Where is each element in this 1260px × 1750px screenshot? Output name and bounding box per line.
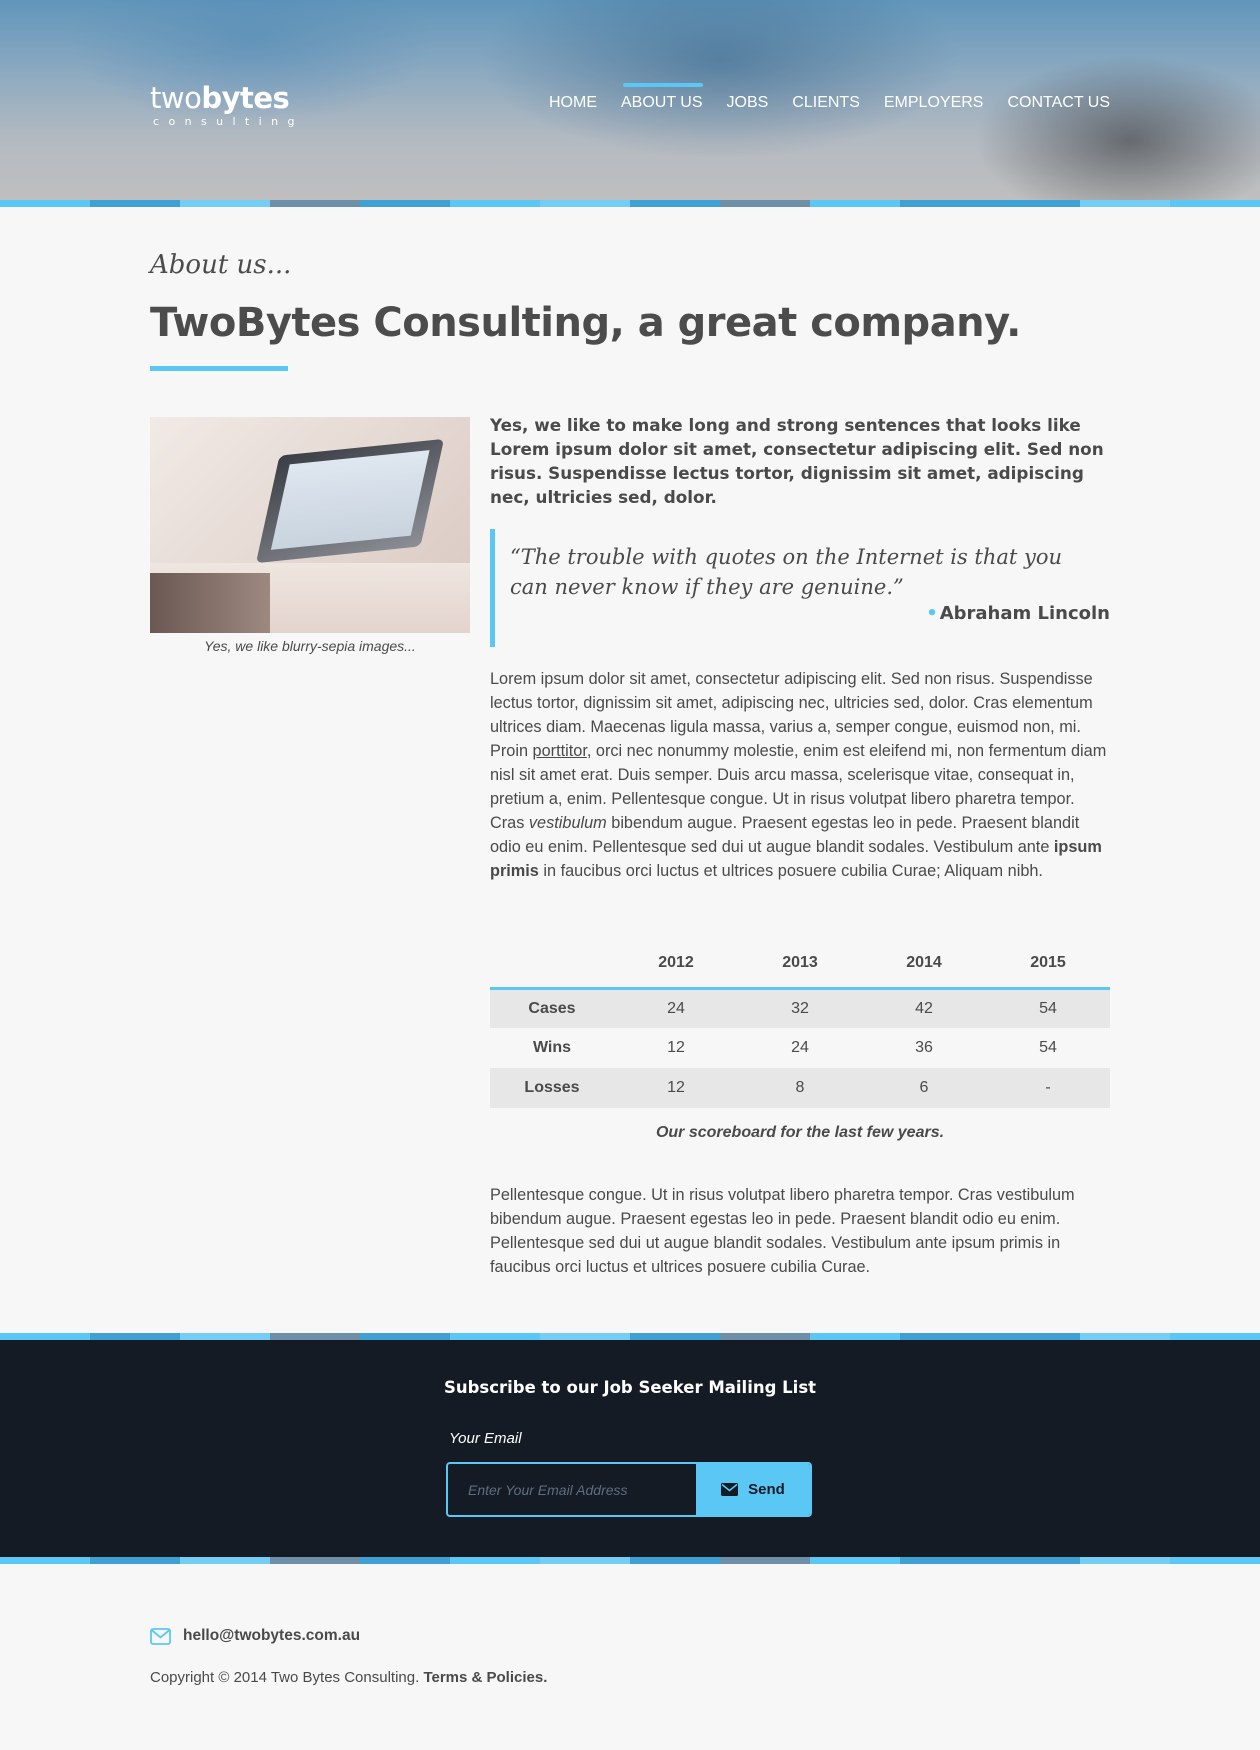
email-input[interactable] — [448, 1464, 696, 1515]
row-header: Wins — [532, 1039, 572, 1056]
logo-light: two — [150, 81, 202, 115]
image-caption: Yes, we like blurry-sepia images... — [204, 638, 416, 654]
terms-link[interactable]: Terms & Policies. — [423, 1669, 547, 1686]
table-header-row: 2012 2013 2014 2015 — [490, 940, 1110, 990]
table-cell: 12 — [667, 1039, 685, 1056]
send-label: Send — [748, 1481, 785, 1498]
about-image — [150, 417, 470, 633]
main-nav: HOME ABOUT US JOBS CLIENTS EMPLOYERS CON… — [525, 83, 1110, 112]
table-row: Cases 24 32 42 54 — [490, 988, 1110, 1028]
logo[interactable]: twobytes consulting — [150, 81, 304, 129]
table-cell: 42 — [862, 988, 986, 1028]
logo-bold: bytes — [201, 81, 290, 115]
table-cell: 36 — [915, 1039, 933, 1056]
footer-contact: hello@twobytes.com.au — [150, 1627, 360, 1645]
logo-sub: consulting — [153, 115, 304, 128]
envelope-icon — [150, 1627, 171, 1645]
title-underline — [150, 366, 288, 371]
copyright-text: Copyright © 2014 Two Bytes Consulting. — [150, 1669, 420, 1686]
email-form: Send — [446, 1462, 812, 1517]
copyright: Copyright © 2014 Two Bytes Consulting. T… — [150, 1669, 547, 1686]
quote-author: • Abraham Lincoln — [926, 603, 1110, 624]
nav-employers[interactable]: EMPLOYERS — [884, 94, 984, 112]
body-italic: vestibulum — [528, 814, 607, 832]
table-cell: 6 — [862, 1068, 986, 1108]
table-caption: Our scoreboard for the last few years. — [655, 1124, 945, 1141]
nav-clients[interactable]: CLIENTS — [792, 94, 860, 112]
lead-paragraph: Yes, we like to make long and strong sen… — [490, 415, 1104, 507]
bullet-icon: • — [926, 603, 938, 624]
table-row: Losses 12 8 6 - — [490, 1068, 1110, 1108]
table-cell: 32 — [738, 988, 862, 1028]
row-header: Losses — [490, 1068, 614, 1108]
body-paragraph-1: Lorem ipsum dolor sit amet, consectetur … — [490, 667, 1110, 883]
email-label: Your Email — [449, 1430, 522, 1447]
subscribe-section — [0, 1340, 1260, 1557]
page-kicker: About us... — [150, 250, 292, 280]
page-title: TwoBytes Consulting, a great company. — [150, 300, 1021, 346]
table-cell: 24 — [791, 1039, 809, 1056]
table-cell: 24 — [614, 988, 738, 1028]
table-header: 2013 — [738, 940, 862, 990]
table-header: 2015 — [986, 940, 1110, 990]
stripe-divider — [0, 1333, 1260, 1340]
row-header: Cases — [490, 988, 614, 1028]
table-cell: 8 — [738, 1068, 862, 1108]
table-cell: 54 — [1039, 1039, 1057, 1056]
table-cell: 12 — [614, 1068, 738, 1108]
table-cell: 54 — [986, 988, 1110, 1028]
table-row: Wins 12 24 36 54 — [490, 1028, 1110, 1068]
stripe-divider — [0, 200, 1260, 207]
blockquote: “The trouble with quotes on the Internet… — [490, 529, 1110, 647]
quote-author-name: Abraham Lincoln — [939, 603, 1110, 624]
table-header: 2014 — [862, 940, 986, 990]
table-header — [490, 940, 614, 990]
table-cell: - — [986, 1068, 1110, 1108]
nav-jobs[interactable]: JOBS — [727, 94, 769, 112]
table-header: 2012 — [614, 940, 738, 990]
nav-contact-us[interactable]: CONTACT US — [1007, 94, 1110, 112]
body-text: in faucibus orci luctus et ultrices posu… — [538, 862, 1043, 880]
nav-home[interactable]: HOME — [549, 94, 597, 112]
contact-email[interactable]: hello@twobytes.com.au — [183, 1627, 360, 1645]
send-button[interactable]: Send — [696, 1464, 810, 1515]
nav-about-us[interactable]: ABOUT US — [621, 83, 703, 112]
quote-text: “The trouble with quotes on the Internet… — [510, 545, 1063, 599]
porttitor-link[interactable]: porttitor — [533, 742, 587, 760]
body-paragraph-2: Pellentesque congue. Ut in risus volutpa… — [490, 1186, 1075, 1276]
stripe-divider — [0, 1557, 1260, 1564]
envelope-icon — [721, 1483, 739, 1496]
subscribe-title: Subscribe to our Job Seeker Mailing List — [443, 1378, 817, 1397]
scoreboard-table: 2012 2013 2014 2015 Cases 24 32 42 54 Wi… — [490, 940, 1110, 1108]
